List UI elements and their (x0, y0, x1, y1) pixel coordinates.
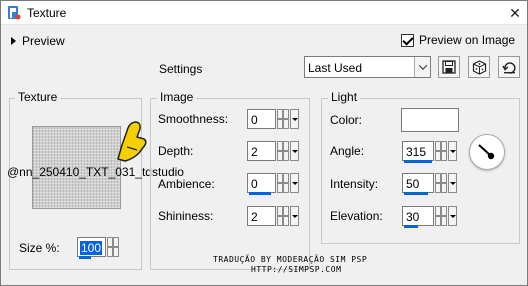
light-color-swatch[interactable] (401, 108, 459, 132)
dropdown-arrow-icon[interactable] (290, 206, 299, 226)
size-field[interactable]: 100 (77, 237, 106, 259)
credit-line-1: TRADUÇÃO BY MODERAÇÃO SIM PSP (213, 255, 368, 264)
image-group-legend: Image (157, 90, 197, 104)
angle-spinner[interactable]: 315 (402, 141, 460, 163)
color-label: Color: (330, 113, 363, 127)
ambience-label: Ambience: (158, 177, 215, 191)
shininess-label: Shininess: (158, 209, 214, 223)
preview-on-image-label: Preview on Image (419, 33, 516, 47)
spin-up-icon[interactable] (277, 206, 289, 216)
spin-down-icon[interactable] (277, 151, 289, 161)
ambience-spinner[interactable]: 0 (247, 173, 305, 195)
title-bar: Texture ✕ (1, 1, 527, 25)
depth-field[interactable]: 2 (247, 141, 276, 161)
settings-value: Last Used (308, 61, 363, 75)
reset-button[interactable] (498, 56, 520, 78)
elevation-field[interactable]: 30 (402, 206, 434, 228)
settings-select[interactable]: Last Used (304, 56, 431, 78)
close-icon[interactable]: ✕ (506, 4, 524, 22)
dropdown-arrow-icon[interactable] (290, 109, 299, 129)
spin-up-icon[interactable] (435, 141, 447, 151)
spin-down-icon[interactable] (435, 216, 447, 226)
chevron-down-icon[interactable] (414, 57, 430, 77)
texture-dialog: Texture ✕ Preview Preview on Image Setti… (0, 0, 528, 286)
dropdown-arrow-icon[interactable] (448, 206, 457, 226)
smoothness-spinner[interactable]: 0 (247, 109, 305, 131)
app-icon (8, 6, 21, 20)
shininess-field[interactable]: 2 (247, 206, 276, 226)
light-group-legend: Light (328, 90, 361, 104)
ambience-field[interactable]: 0 (247, 173, 276, 195)
size-spinner[interactable]: 100 (77, 237, 131, 259)
save-icon (442, 60, 456, 74)
smoothness-field[interactable]: 0 (247, 109, 276, 129)
spin-down-icon[interactable] (277, 216, 289, 226)
shininess-spinner[interactable]: 2 (247, 206, 305, 228)
angle-dial-icon[interactable] (469, 134, 505, 170)
dropdown-arrow-icon[interactable] (290, 141, 299, 161)
angle-label: Angle: (330, 144, 365, 158)
intensity-field[interactable]: 50 (402, 173, 434, 195)
spin-up-icon[interactable] (435, 206, 447, 216)
dropdown-arrow-icon[interactable] (290, 173, 299, 193)
save-preset-button[interactable] (438, 56, 460, 78)
spin-down-icon[interactable] (435, 151, 447, 161)
dropdown-arrow-icon[interactable] (448, 141, 457, 161)
spin-up-icon[interactable] (277, 109, 289, 119)
spin-up-icon[interactable] (435, 173, 447, 183)
spin-down-icon[interactable] (277, 119, 289, 129)
texture-group-legend: Texture (15, 90, 61, 104)
pointer-hand-icon (117, 121, 147, 162)
expand-arrow-icon (11, 37, 16, 45)
dice-icon (472, 59, 486, 75)
spin-up-icon[interactable] (277, 173, 289, 183)
angle-field[interactable]: 315 (402, 141, 434, 163)
preview-on-image-checkbox[interactable]: Preview on Image (401, 33, 515, 47)
intensity-label: Intensity: (330, 177, 379, 191)
randomize-button[interactable] (468, 56, 490, 78)
intensity-spinner[interactable]: 50 (402, 173, 460, 195)
preview-label: Preview (22, 34, 65, 48)
credit-line-2: HTTP://SIMPSP.COM (251, 265, 342, 274)
preview-on-image-check[interactable] (401, 33, 414, 47)
reset-icon (501, 61, 516, 74)
spin-down-icon[interactable] (277, 183, 289, 193)
preview-toggle[interactable]: Preview (11, 34, 65, 48)
window-title: Texture (27, 6, 67, 20)
elevation-label: Elevation: (330, 209, 383, 223)
settings-label: Settings (159, 62, 203, 76)
spin-down-icon[interactable] (435, 183, 447, 193)
spin-up-icon[interactable] (277, 141, 289, 151)
smoothness-label: Smoothness: (158, 112, 229, 126)
depth-spinner[interactable]: 2 (247, 141, 305, 163)
size-label: Size %: (19, 241, 60, 255)
depth-label: Depth: (158, 144, 194, 158)
spin-up-icon[interactable] (107, 237, 119, 247)
elevation-spinner[interactable]: 30 (402, 206, 460, 228)
dropdown-arrow-icon[interactable] (448, 173, 457, 193)
spin-down-icon[interactable] (107, 247, 119, 257)
